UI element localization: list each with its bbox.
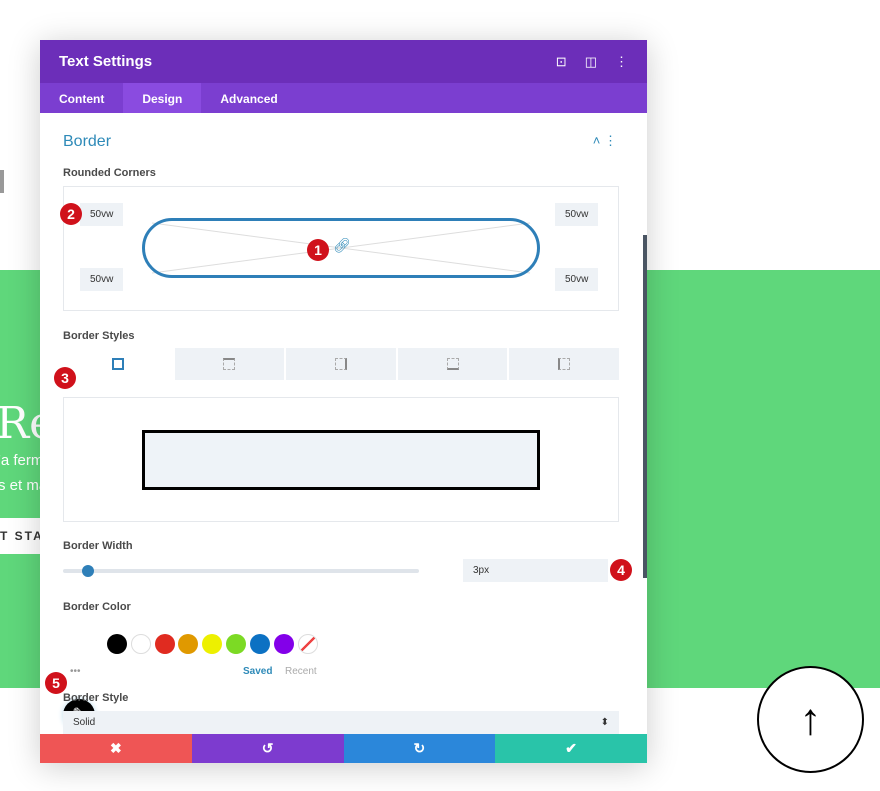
tab-advanced[interactable]: Advanced [201,83,296,113]
border-style-select[interactable]: Solid ⬍ [63,711,619,734]
color-swatch[interactable] [154,634,175,654]
tab-bar: Content Design Advanced [40,83,647,113]
settings-modal: Text Settings ⊡ ◫ ⋮ Content Design Advan… [40,40,647,763]
more-colors-icon[interactable]: ••• [70,666,81,677]
color-swatch[interactable] [130,634,151,654]
recent-colors-tab[interactable]: Recent [285,666,317,677]
border-preview [142,430,540,490]
tab-design[interactable]: Design [123,83,202,113]
step-badge: 1 [307,239,329,261]
border-width-label: Border Width [63,540,133,552]
corner-bottom-left-input[interactable]: 50vw [80,268,124,291]
save-button[interactable]: ✔ [495,734,647,763]
gray-bar [0,170,4,193]
border-style-tabs [63,348,619,380]
undo-button[interactable]: ↺ [191,734,344,763]
modal-header: Text Settings ⊡ ◫ ⋮ [40,40,647,83]
corner-top-left-input[interactable]: 50vw [80,203,124,226]
color-swatch[interactable] [273,634,294,654]
more-options-icon[interactable]: ⋮ [615,54,628,70]
border-bottom-tab[interactable] [397,348,508,380]
rounded-corners-label: Rounded Corners [63,167,156,179]
step-badge: 5 [45,672,67,694]
fullscreen-icon[interactable]: ⊡ [556,54,567,70]
color-swatch[interactable] [202,634,223,654]
color-swatch[interactable] [107,634,127,654]
arrow-up-icon: ↑ [799,694,822,744]
hero-text-line: 'a ferm [0,452,44,469]
border-width-slider[interactable] [63,565,419,577]
border-styles-label: Border Styles [63,330,135,342]
check-icon: ✔ [565,740,577,756]
redo-icon: ↻ [413,740,426,756]
scrollbar[interactable] [643,235,647,578]
corner-top-right-input[interactable]: 50vw [555,203,599,226]
border-all-tab[interactable] [63,348,173,380]
slider-thumb[interactable] [81,565,94,577]
corner-bottom-right-input[interactable]: 50vw [555,268,599,291]
modal-title: Text Settings [59,53,153,70]
modal-body: Border ˄ ⋮ Rounded Corners 50vw 50vw 50v… [40,113,647,734]
border-left-tab[interactable] [509,348,619,380]
step-badge: 3 [54,367,76,389]
link-icon[interactable]: 🔗︎ [333,237,351,254]
saved-colors-tab[interactable]: Saved [243,666,272,677]
step-badge: 4 [610,559,632,581]
color-swatch[interactable] [226,634,246,654]
no-color-swatch[interactable] [298,634,318,654]
border-style-value: Solid [73,717,96,728]
cancel-button[interactable]: ✖ [40,734,192,763]
tab-content[interactable]: Content [40,83,123,113]
select-arrows-icon: ⬍ [600,717,609,728]
collapse-icon[interactable]: ˄ ⋮ [593,133,617,149]
step-badge: 2 [60,203,82,225]
modal-footer: ✖ ↺ ↻ ✔ [40,734,647,763]
border-top-tab[interactable] [174,348,285,380]
border-color-label: Border Color [63,601,131,613]
border-style-label: Border Style [63,692,129,704]
border-width-input[interactable]: 3px [463,559,608,582]
color-swatch[interactable] [249,634,270,654]
section-title[interactable]: Border [63,133,111,151]
undo-icon: ↺ [261,740,274,756]
redo-button[interactable]: ↻ [343,734,496,763]
scroll-up-button[interactable]: ↑ [757,666,864,773]
border-right-tab[interactable] [286,348,396,380]
color-swatch[interactable] [178,634,199,654]
close-icon: ✖ [110,740,122,756]
border-preview-box [63,397,619,522]
split-view-icon[interactable]: ◫ [585,54,597,70]
